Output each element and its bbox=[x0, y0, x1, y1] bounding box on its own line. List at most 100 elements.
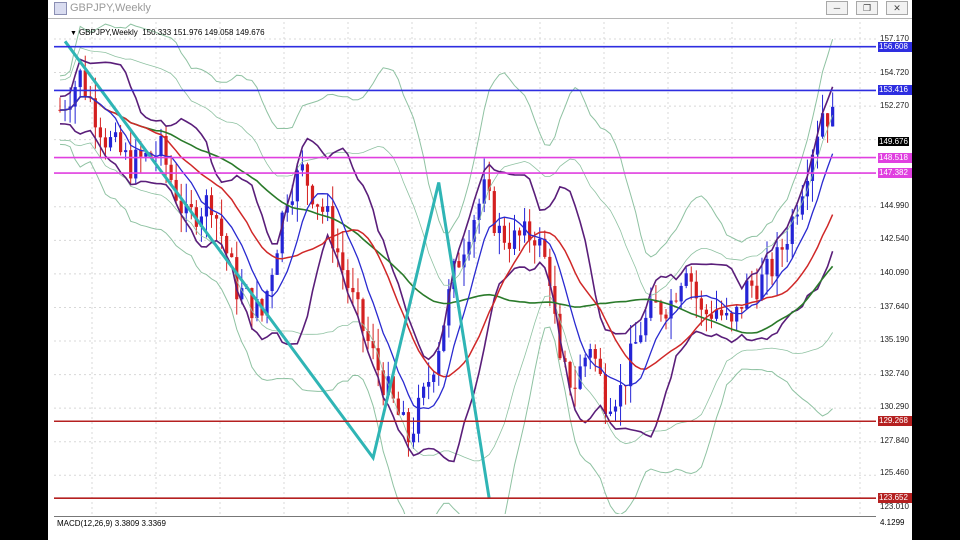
candle-body bbox=[679, 285, 683, 302]
candle-body bbox=[220, 218, 224, 236]
candle-body bbox=[331, 206, 335, 249]
macd-axis-value: 4.1299 bbox=[880, 518, 905, 527]
candle-body bbox=[401, 412, 405, 415]
candle-body bbox=[649, 300, 653, 318]
candle-body bbox=[129, 150, 133, 179]
candle-body bbox=[305, 164, 310, 186]
candle-body bbox=[209, 195, 214, 216]
candle-body bbox=[644, 317, 648, 336]
candle-body bbox=[427, 381, 431, 387]
candle-body bbox=[593, 349, 597, 359]
candle-body bbox=[598, 358, 602, 374]
price-tick-label: 135.190 bbox=[880, 335, 909, 345]
candle-body bbox=[775, 247, 779, 277]
minimize-icon: ─ bbox=[833, 3, 841, 13]
candle-body bbox=[603, 373, 607, 414]
price-tick-label: 140.090 bbox=[880, 267, 909, 277]
moving-average-fast bbox=[59, 96, 834, 410]
candle-body bbox=[492, 191, 496, 234]
restore-icon: ❐ bbox=[862, 3, 872, 13]
candle-body bbox=[497, 225, 501, 234]
candle-body bbox=[124, 150, 128, 153]
price-tick-label: 144.990 bbox=[880, 200, 909, 210]
candle-body bbox=[356, 292, 360, 300]
candle-body bbox=[225, 235, 229, 254]
price-tick-label: 154.720 bbox=[880, 67, 909, 77]
candle-body bbox=[831, 106, 835, 127]
price-tick-label: 152.270 bbox=[880, 101, 909, 111]
chart-window-icon bbox=[54, 2, 67, 15]
candle-body bbox=[119, 132, 123, 153]
price-tick-label: 125.460 bbox=[880, 468, 909, 478]
candle-body bbox=[315, 204, 320, 207]
candle-body bbox=[826, 113, 830, 127]
candle-body bbox=[770, 258, 774, 277]
candle-body bbox=[608, 411, 613, 414]
candle-body bbox=[326, 206, 330, 212]
candle-body bbox=[103, 137, 108, 148]
candle-body bbox=[533, 240, 537, 246]
close-button[interactable]: ✕ bbox=[886, 1, 908, 15]
candle-body bbox=[755, 285, 759, 300]
candle-body bbox=[634, 342, 638, 344]
restore-button[interactable]: ❐ bbox=[856, 1, 878, 15]
window-title: GBPJPY,Weekly bbox=[70, 2, 151, 14]
candle-body bbox=[502, 225, 506, 243]
candle-body bbox=[785, 243, 789, 250]
level-price-tag: 147.382 bbox=[878, 168, 912, 179]
candle-body bbox=[517, 230, 522, 236]
price-axis[interactable]: 156.608 153.416 148.518 147.382 129.268 123.6… bbox=[876, 22, 912, 514]
level-price-tag: 156.608 bbox=[878, 41, 912, 52]
price-tick-label: 157.170 bbox=[880, 34, 909, 43]
candle-body bbox=[613, 406, 618, 412]
minimize-button[interactable]: ─ bbox=[826, 1, 848, 15]
candle-body bbox=[573, 387, 577, 389]
chart-grid bbox=[54, 22, 876, 514]
candle-body bbox=[618, 385, 623, 407]
candle-body bbox=[159, 135, 163, 157]
candle-body bbox=[629, 343, 633, 387]
current-price-tag: 149.676 bbox=[878, 136, 909, 146]
candle-body bbox=[230, 253, 234, 258]
candle-body bbox=[730, 312, 734, 322]
candle-body bbox=[689, 273, 693, 282]
collapse-triangle-icon[interactable]: ▼ bbox=[70, 30, 77, 37]
symbol-label: GBPJPY,Weekly bbox=[78, 28, 138, 37]
price-chart-canvas[interactable] bbox=[54, 22, 876, 540]
candle-body bbox=[684, 273, 688, 286]
candle-body bbox=[583, 357, 587, 367]
chart-window: GBPJPY,Weekly ─ ❐ ✕ ▼ GBPJPY,Weekly 150.3… bbox=[48, 0, 912, 540]
candle-body bbox=[321, 206, 325, 212]
candle-body bbox=[780, 247, 784, 250]
candle-body bbox=[214, 215, 219, 219]
candle-body bbox=[664, 314, 668, 319]
ohlc-label: 150.333 151.976 149.058 149.676 bbox=[142, 28, 265, 37]
candle-body bbox=[750, 280, 754, 286]
chart-info-label: ▼ GBPJPY,Weekly 150.333 151.976 149.058 1… bbox=[70, 28, 265, 37]
close-icon: ✕ bbox=[893, 3, 901, 13]
price-chart[interactable]: ▼ GBPJPY,Weekly 150.333 151.976 149.058 1… bbox=[54, 22, 876, 540]
candle-body bbox=[336, 248, 340, 253]
candle-body bbox=[674, 300, 678, 302]
macd-panel[interactable]: MACD(12,26,9) 3.3809 3.3369 bbox=[54, 516, 876, 540]
candle-body bbox=[760, 274, 764, 300]
candle-body bbox=[108, 137, 113, 148]
candle-body bbox=[740, 306, 744, 309]
candles bbox=[58, 55, 835, 457]
macd-label: MACD(12,26,9) 3.3809 3.3369 bbox=[57, 519, 166, 528]
candle-body bbox=[457, 261, 461, 268]
candle-body bbox=[270, 274, 274, 292]
candle-body bbox=[725, 312, 729, 316]
candle-body bbox=[300, 164, 304, 171]
candle-body bbox=[366, 330, 370, 341]
candle-body bbox=[78, 70, 82, 88]
price-tick-label: 142.540 bbox=[880, 234, 909, 244]
title-bar[interactable]: GBPJPY,Weekly ─ ❐ ✕ bbox=[48, 0, 912, 19]
candle-body bbox=[351, 287, 355, 293]
candle-body bbox=[437, 350, 441, 375]
price-tick-label: 130.290 bbox=[880, 402, 909, 412]
candle-body bbox=[704, 309, 708, 315]
candle-body bbox=[290, 201, 294, 205]
candle-body bbox=[507, 242, 512, 249]
candle-body bbox=[98, 127, 102, 138]
